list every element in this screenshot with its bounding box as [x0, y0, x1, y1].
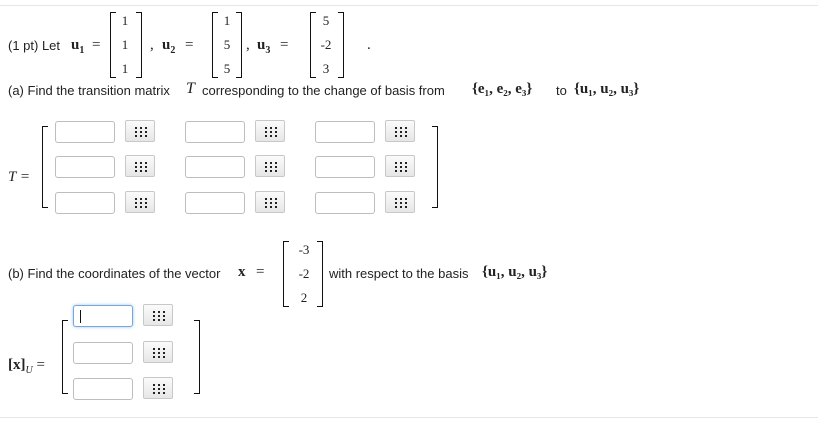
part-a-text: (a) Find the transition matrix: [8, 83, 170, 98]
comma: ,: [246, 37, 250, 53]
T-r2c3-input[interactable]: [315, 156, 375, 178]
matrix-grid-icon: [135, 127, 147, 137]
T-r1c2-input[interactable]: [185, 121, 245, 143]
xU-left-bracket: [62, 320, 68, 394]
u3-entry-3: 3: [322, 61, 330, 76]
matrix-grid-icon: [153, 311, 165, 321]
T-r3c3-input[interactable]: [315, 192, 375, 214]
xU-entry-3-matrix-palette-button[interactable]: [143, 377, 173, 399]
vector-x-symbol: x: [238, 264, 246, 280]
xU-entry-2-matrix-palette-button[interactable]: [143, 341, 173, 363]
u3-entry-1: 5: [322, 13, 330, 28]
u1-symbol: u1: [71, 37, 85, 56]
T-right-bracket: [432, 126, 438, 208]
x-entry-2: -2: [298, 266, 310, 281]
part-a-to: to: [556, 83, 567, 98]
equals-sign: =: [92, 37, 101, 53]
part-b-text-2: with respect to the basis: [329, 266, 469, 281]
T-r1c3-matrix-palette-button[interactable]: [385, 120, 415, 142]
u1-entry-1: 1: [121, 13, 129, 28]
matrix-grid-icon: [153, 348, 165, 358]
x-entry-3: 2: [300, 290, 308, 305]
text-cursor: [80, 310, 81, 323]
bottom-divider: [0, 417, 818, 418]
x-entry-1: -3: [298, 242, 310, 257]
u3-right-bracket: [338, 12, 344, 78]
matrix-grid-icon: [395, 162, 407, 172]
part-a-text-2: corresponding to the change of basis fro…: [202, 83, 445, 98]
equals-sign: =: [256, 264, 265, 280]
T-r1c1-matrix-palette-button[interactable]: [125, 120, 155, 142]
basis-u: {u₁, u₂, u₃}: [482, 264, 548, 280]
T-r3c2-input[interactable]: [185, 192, 245, 214]
u3-entry-2: -2: [320, 37, 332, 52]
part-b-text: (b) Find the coordinates of the vector: [8, 266, 221, 281]
T-r2c1-matrix-palette-button[interactable]: [125, 155, 155, 177]
T-r3c1-input[interactable]: [55, 192, 115, 214]
xU-entry-1-input[interactable]: [73, 305, 133, 327]
T-r3c1-matrix-palette-button[interactable]: [125, 191, 155, 213]
u2-right-bracket: [236, 12, 242, 78]
equals-sign: =: [185, 37, 194, 53]
matrix-grid-icon: [135, 198, 147, 208]
T-r2c3-matrix-palette-button[interactable]: [385, 155, 415, 177]
u2-symbol: u2: [162, 37, 176, 56]
xU-entry-3-input[interactable]: [73, 378, 133, 400]
T-r3c3-matrix-palette-button[interactable]: [385, 191, 415, 213]
u2-entry-2: 5: [223, 37, 231, 52]
u2-entry-1: 1: [223, 13, 231, 28]
T-r1c1-input[interactable]: [55, 121, 115, 143]
comma: ,: [150, 37, 154, 53]
xU-entry-1-matrix-palette-button[interactable]: [143, 304, 173, 326]
T-r1c2-matrix-palette-button[interactable]: [255, 120, 285, 142]
basis-u: {u₁, u₂, u₃}: [574, 81, 640, 97]
xU-entry-2-input[interactable]: [73, 342, 133, 364]
T-r2c2-matrix-palette-button[interactable]: [255, 155, 285, 177]
T-r2c2-input[interactable]: [185, 156, 245, 178]
T-left-bracket: [42, 126, 48, 208]
matrix-grid-icon: [395, 198, 407, 208]
x-U-label: [x]U =: [8, 357, 45, 376]
x-left-bracket: [283, 241, 289, 307]
matrix-grid-icon: [135, 162, 147, 172]
equals-sign: =: [280, 37, 289, 53]
T-equals-label: T =: [8, 169, 30, 185]
problem-header: (1 pt) Let: [8, 38, 61, 53]
u3-symbol: u3: [257, 37, 271, 56]
top-divider: [0, 5, 818, 6]
x-right-bracket: [317, 241, 323, 307]
T-r3c2-matrix-palette-button[interactable]: [255, 191, 285, 213]
u2-entry-3: 5: [223, 61, 231, 76]
u1-right-bracket: [136, 12, 142, 78]
xU-right-bracket: [194, 320, 200, 394]
matrix-grid-icon: [265, 127, 277, 137]
u1-entry-2: 1: [121, 37, 129, 52]
T-r1c3-input[interactable]: [315, 121, 375, 143]
T-r2c1-input[interactable]: [55, 156, 115, 178]
u1-entry-3: 1: [121, 61, 129, 76]
matrix-grid-icon: [153, 384, 165, 394]
matrix-grid-icon: [265, 198, 277, 208]
matrix-T-symbol: T: [186, 80, 195, 97]
matrix-grid-icon: [395, 127, 407, 137]
basis-e: {e₁, e₂, e₃}: [472, 81, 533, 97]
period: .: [367, 37, 371, 53]
matrix-grid-icon: [265, 162, 277, 172]
